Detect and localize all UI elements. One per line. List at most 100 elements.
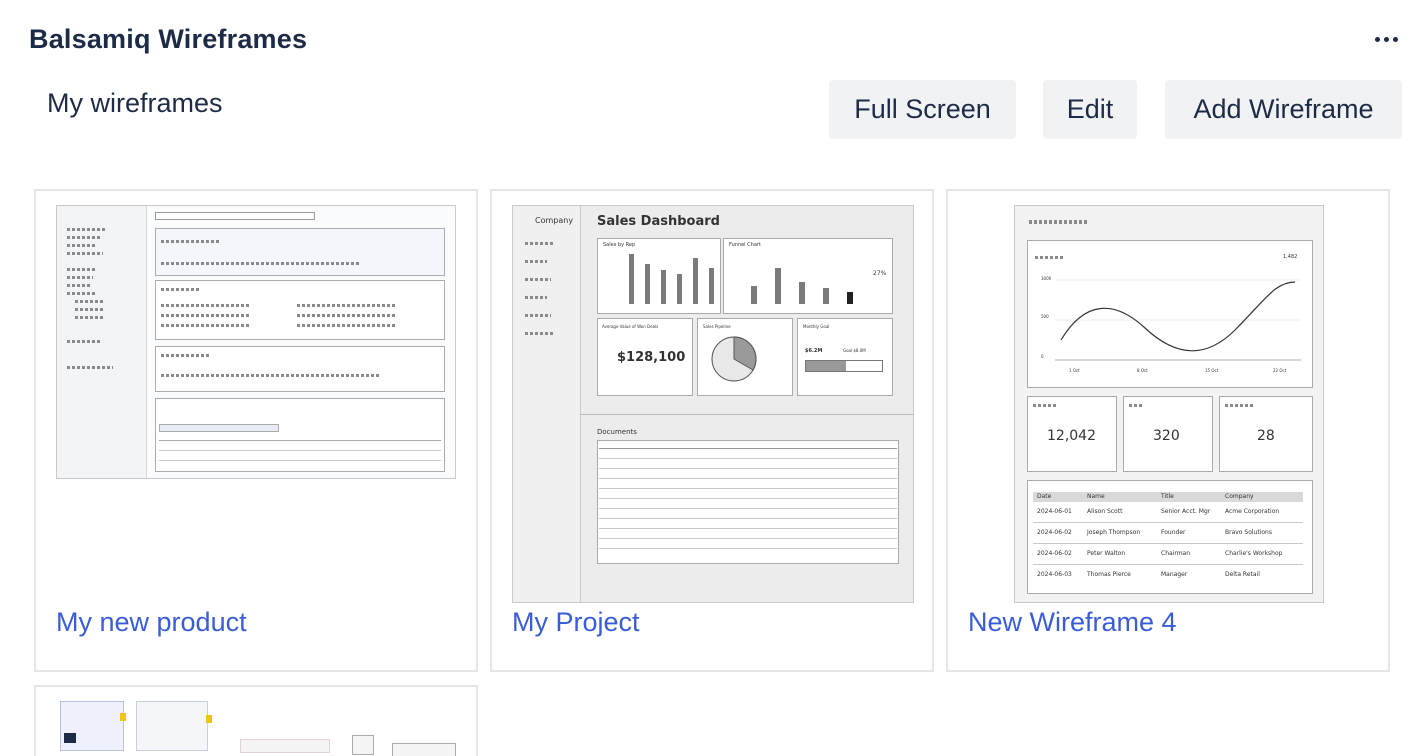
thumb-row (599, 538, 897, 539)
thumb-table-cell: Founder (1161, 529, 1186, 536)
thumb-panel-line (161, 288, 201, 291)
thumb-table-cell: Bravo Solutions (1225, 529, 1272, 536)
thumb-bar (677, 274, 682, 304)
thumb-sidebar-line (525, 296, 547, 299)
thumb-row (599, 448, 897, 449)
thumb-row (599, 478, 897, 479)
thumb-line-chart (1055, 279, 1301, 361)
thumb-x-tick: 8 Oct (1137, 368, 1148, 373)
thumb-bar (847, 292, 853, 304)
thumb-panel-line (297, 324, 397, 327)
thumb-panel-label: Sales Pipeline (703, 324, 731, 329)
thumb-bar (629, 254, 634, 304)
thumb-company-label: Company (535, 216, 574, 225)
thumb-panel-label: Monthly Goal (803, 324, 830, 329)
thumb-y-tick: 500 (1041, 314, 1049, 319)
thumb-table-header-cell: Date (1037, 493, 1052, 500)
wireframe-title-link[interactable]: My Project (512, 607, 640, 638)
wireframe-card[interactable]: 1,482 3000 500 0 1 Oct 8 Oct 15 Oct 22 O… (946, 189, 1390, 672)
thumb-mini-block (64, 733, 76, 743)
thumb-sidebar (513, 206, 581, 602)
thumb-panel (155, 346, 445, 392)
wireframe-thumbnail (56, 699, 456, 756)
thumb-row-divider (1033, 564, 1303, 565)
thumb-sidebar-line (525, 278, 551, 281)
thumb-documents-title: Documents (597, 428, 637, 436)
thumb-sidebar-line (67, 284, 91, 287)
thumb-sidebar-line (75, 300, 105, 303)
wireframe-card[interactable]: Company Sales Dashboard Sales by Rep Fun… (490, 189, 934, 672)
thumb-sidebar-line (67, 366, 113, 369)
thumb-panel-line (161, 314, 251, 317)
wireframe-card[interactable] (34, 685, 478, 756)
thumb-x-tick: 15 Oct (1205, 368, 1219, 373)
thumb-x-tick: 22 Oct (1273, 368, 1287, 373)
thumb-mini-screen (136, 701, 208, 751)
thumb-sidebar-line (525, 242, 553, 245)
thumb-panel-label: Average Value of Won Deals (602, 324, 659, 329)
thumb-panel-value: $6.2M (805, 348, 823, 354)
thumb-bar (751, 286, 757, 304)
thumb-stat-label (1225, 404, 1255, 407)
thumb-sidebar-line (67, 252, 103, 255)
thumb-table-cell: Senior Acct. Mgr (1161, 508, 1211, 515)
thumb-y-tick: 3000 (1041, 276, 1052, 281)
thumb-mini-screen (392, 743, 456, 756)
more-horizontal-icon-dot (1383, 36, 1389, 42)
thumb-sidebar-line (67, 292, 97, 295)
thumb-mini-accent (120, 713, 126, 721)
thumb-stat-value: 28 (1257, 428, 1275, 444)
thumb-sidebar-line (67, 244, 97, 247)
thumb-sidebar-line (75, 308, 105, 311)
full-screen-button[interactable]: Full Screen (829, 80, 1016, 139)
thumb-row-divider (1033, 522, 1303, 523)
thumb-divider (581, 414, 913, 415)
thumb-mini-screen (60, 701, 124, 751)
thumb-panel-goal: Goal $8.0M (843, 348, 866, 353)
wireframe-title-link[interactable]: New Wireframe 4 (968, 607, 1177, 638)
wireframe-title-link[interactable]: My new product (56, 607, 247, 638)
thumb-table-cell: Acme Corporation (1225, 508, 1280, 515)
thumb-bar (709, 268, 714, 304)
thumb-panel-line (161, 324, 251, 327)
thumb-pie-chart (711, 336, 757, 382)
wireframe-card[interactable]: My new product (34, 189, 478, 672)
thumb-sidebar-line (67, 276, 93, 279)
thumb-panel-line (161, 262, 361, 265)
thumb-panel-line (161, 374, 381, 377)
add-wireframe-button[interactable]: Add Wireframe (1165, 80, 1402, 139)
thumb-stat-label (1033, 404, 1057, 407)
thumb-tabs (159, 424, 279, 432)
thumb-sidebar-line (525, 314, 551, 317)
thumb-row (599, 468, 897, 469)
wireframe-thumbnail: 1,482 3000 500 0 1 Oct 8 Oct 15 Oct 22 O… (1014, 205, 1324, 603)
thumb-table-cell: 2024-06-02 (1037, 529, 1072, 536)
thumb-table-cell: Charlie's Workshop (1225, 550, 1283, 557)
thumb-y-tick: 0 (1041, 354, 1044, 359)
thumb-table-cell: 2024-06-01 (1037, 508, 1072, 515)
thumb-panel-line (297, 314, 397, 317)
thumb-row (599, 488, 897, 489)
thumb-stat-value: 320 (1153, 428, 1180, 444)
thumb-sidebar-line (525, 332, 553, 335)
thumb-sidebar-line (67, 340, 101, 343)
thumb-bar (661, 270, 666, 304)
thumb-row (159, 460, 441, 461)
more-options-button[interactable] (1366, 26, 1406, 52)
wireframe-thumbnail: Company Sales Dashboard Sales by Rep Fun… (512, 205, 914, 603)
thumb-panel-line (161, 304, 251, 307)
wireframe-thumbnail (56, 205, 456, 479)
edit-button[interactable]: Edit (1043, 80, 1137, 139)
thumb-panel (155, 228, 445, 276)
thumb-table-cell: Thomas Pierce (1087, 571, 1131, 578)
thumb-row (599, 458, 897, 459)
thumb-row (159, 450, 441, 451)
thumb-chart-value: 1,482 (1283, 254, 1298, 260)
thumb-table-cell: 2024-06-03 (1037, 571, 1072, 578)
thumb-panel-label: Sales by Rep (603, 242, 636, 248)
thumb-table-header-cell: Title (1161, 493, 1174, 500)
thumb-table-header-cell: Name (1087, 493, 1105, 500)
thumb-table-cell: Alison Scott (1087, 508, 1123, 515)
thumb-bar (645, 264, 650, 304)
thumb-dashboard-title: Sales Dashboard (597, 214, 720, 229)
